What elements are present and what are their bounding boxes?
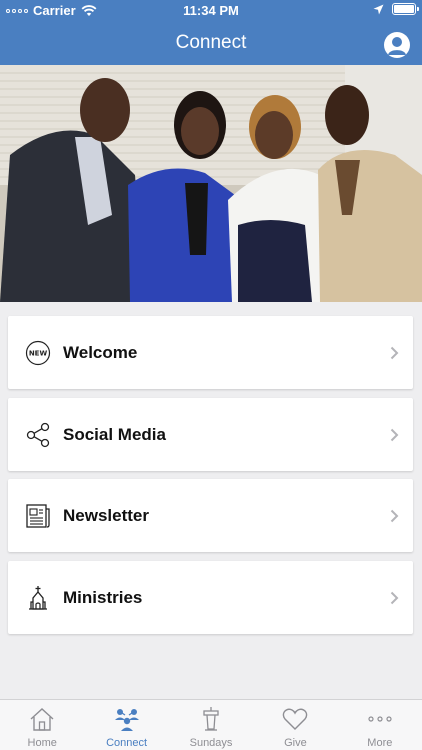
status-right (373, 3, 419, 15)
status-bar: Carrier 11:34 PM (0, 0, 422, 22)
tab-home-label: Home (27, 737, 57, 749)
tab-home[interactable]: Home (0, 700, 84, 750)
newsletter-card[interactable]: Newsletter (8, 479, 413, 552)
tab-connect-label: Connect (106, 737, 148, 749)
app: Carrier 11:34 PM Connect NEW Welcome Soc… (0, 0, 422, 750)
welcome-label: Welcome (63, 343, 138, 362)
chevron-right-icon (390, 509, 399, 523)
status-time: 11:34 PM (183, 3, 239, 18)
people-icon (114, 709, 139, 731)
nav-header: Carrier 11:34 PM Connect (0, 0, 422, 65)
battery-icon (392, 3, 419, 15)
newsletter-label: Newsletter (63, 506, 149, 525)
tab-more-label: More (367, 737, 393, 749)
heart-icon (283, 708, 308, 730)
home-icon (30, 708, 54, 731)
tab-bar: Home Connect Sundays Give More (0, 699, 422, 750)
chevron-right-icon (390, 346, 399, 360)
social-media-card[interactable]: Social Media (8, 398, 413, 471)
podium-icon (203, 707, 219, 731)
location-icon (373, 4, 384, 14)
tab-sundays[interactable]: Sundays (169, 700, 253, 750)
welcome-card[interactable]: NEW Welcome (8, 316, 413, 389)
tab-connect[interactable]: Connect (84, 700, 168, 750)
hero-photo (0, 65, 422, 302)
profile-button[interactable] (384, 32, 410, 58)
ministries-card[interactable]: Ministries (8, 561, 413, 634)
church-icon (25, 585, 51, 611)
tab-give-label: Give (284, 737, 307, 749)
tab-give[interactable]: Give (253, 700, 337, 750)
share-icon (25, 422, 51, 448)
new-badge-icon: NEW (25, 340, 51, 366)
ministries-label: Ministries (63, 588, 143, 607)
group-photo (0, 65, 422, 302)
new-badge-text: NEW (29, 350, 48, 358)
chevron-right-icon (390, 591, 399, 605)
newspaper-icon (25, 503, 51, 529)
chevron-right-icon (390, 428, 399, 442)
user-icon (388, 37, 406, 55)
tab-more[interactable]: More (338, 700, 422, 750)
tab-sundays-label: Sundays (189, 737, 233, 749)
social-media-label: Social Media (63, 425, 166, 444)
page-title: Connect (175, 32, 247, 53)
ellipsis-icon (368, 716, 392, 722)
